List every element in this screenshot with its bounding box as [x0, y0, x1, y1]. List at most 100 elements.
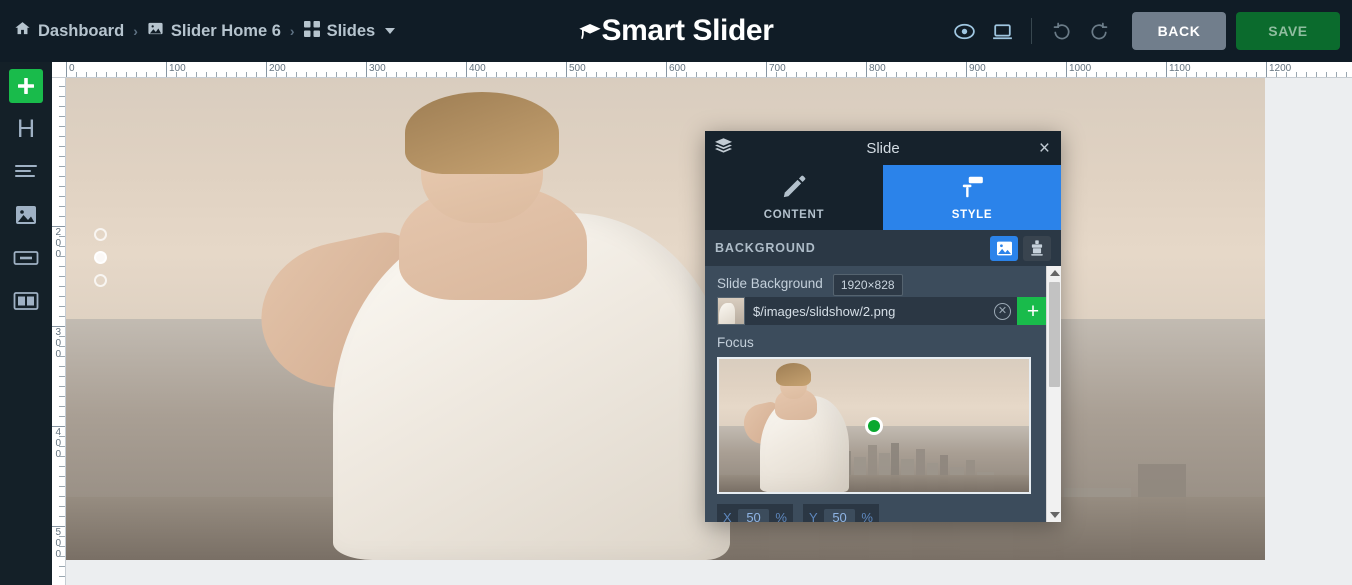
breadcrumb-separator: ›: [289, 23, 295, 39]
focus-y-value[interactable]: 50: [824, 508, 855, 522]
ruler-minor-tick: [59, 346, 65, 347]
text-tool-icon[interactable]: [6, 155, 46, 189]
slide-background-label-row: Slide Background 1920×828: [717, 274, 1049, 297]
undo-icon[interactable]: [1042, 12, 1080, 50]
close-icon[interactable]: ×: [1039, 139, 1050, 158]
ruler-label: 0: [55, 338, 61, 349]
ruler-minor-tick: [59, 106, 65, 107]
panel-tabs: CONTENT STYLE: [705, 165, 1061, 230]
ruler-minor-tick: [59, 536, 65, 537]
ruler-minor-tick: [59, 476, 65, 477]
chevron-down-icon[interactable]: [385, 28, 396, 34]
add-image-button[interactable]: +: [1017, 297, 1049, 325]
image-icon: [147, 20, 164, 42]
slide-canvas[interactable]: [66, 78, 1265, 560]
heading-tool-icon[interactable]: H: [6, 112, 46, 146]
slide-navigation-bullets: [94, 228, 107, 287]
ruler-label: 0: [55, 249, 61, 260]
tab-style[interactable]: STYLE: [883, 165, 1061, 230]
scroll-down-icon[interactable]: [1047, 508, 1061, 522]
focus-x-field[interactable]: X 50 %: [717, 504, 793, 522]
slide-background-field: $/images/slidshow/2.png ✕ +: [717, 297, 1049, 325]
slide-bullet[interactable]: [94, 228, 107, 241]
focus-coordinates: X 50 % Y 50 %: [717, 504, 1049, 522]
focus-y-field[interactable]: Y 50 %: [803, 504, 879, 522]
scroll-up-icon[interactable]: [1047, 266, 1061, 280]
slide-settings-panel: Slide × CONTENT STYLE BACKGROUND Slide B…: [705, 131, 1061, 522]
ruler-minor-tick: [59, 196, 65, 197]
vertical-ruler[interactable]: 200300400500600: [52, 78, 66, 585]
background-path-input[interactable]: $/images/slidshow/2.png ✕: [745, 297, 1017, 325]
slide-background-label: Slide Background: [717, 276, 823, 291]
ruler-minor-tick: [59, 236, 65, 237]
device-laptop-icon[interactable]: [983, 12, 1021, 50]
clear-icon[interactable]: ✕: [994, 302, 1011, 320]
focus-point-handle[interactable]: [865, 416, 883, 435]
preview-eye-icon[interactable]: [945, 12, 983, 50]
tab-content[interactable]: CONTENT: [705, 165, 883, 230]
ruler-minor-tick: [59, 306, 65, 307]
ruler-minor-tick: [1306, 72, 1307, 77]
ruler-minor-tick: [59, 286, 65, 287]
save-button[interactable]: SAVE: [1236, 12, 1340, 50]
redo-icon[interactable]: [1080, 12, 1118, 50]
focus-preview[interactable]: [717, 357, 1031, 494]
ruler-minor-tick: [1336, 72, 1337, 77]
ruler-minor-tick: [59, 466, 65, 467]
ruler-minor-tick: [59, 146, 65, 147]
ruler-minor-tick: [59, 436, 65, 437]
ruler-minor-tick: [59, 86, 65, 87]
focus-x-value[interactable]: 50: [738, 508, 769, 522]
slide-bullet[interactable]: [94, 274, 107, 287]
ruler-label: 0: [55, 238, 61, 249]
ruler-minor-tick: [59, 336, 65, 337]
background-section-header: BACKGROUND: [705, 230, 1061, 266]
paint-roller-icon: [959, 174, 985, 203]
button-tool-icon[interactable]: [6, 241, 46, 275]
ruler-minor-tick: [59, 546, 65, 547]
horizontal-ruler[interactable]: 0 100 200 300 400 500 600 700 800 900 1000 1100 1200: [52, 62, 1352, 78]
panel-header[interactable]: Slide ×: [705, 131, 1061, 165]
ruler-label: 0: [55, 538, 61, 549]
ruler-label: 0: [55, 349, 61, 360]
ruler-minor-tick: [59, 186, 65, 187]
scrollbar-thumb[interactable]: [1049, 282, 1060, 387]
graduation-cap-icon: [578, 14, 601, 48]
ruler-minor-tick: [59, 296, 65, 297]
toolbar-divider: [1031, 18, 1032, 44]
home-icon: [14, 20, 31, 42]
ruler-minor-tick: [59, 216, 65, 217]
tab-label: STYLE: [951, 209, 993, 221]
background-image-toggle[interactable]: [990, 235, 1018, 261]
ruler-minor-tick: [59, 266, 65, 267]
smart-slider-editor: Dashboard › Slider Home 6 › Slides Smart…: [0, 0, 1352, 585]
breadcrumb-item-dashboard[interactable]: Dashboard: [14, 20, 124, 42]
breadcrumb: Dashboard › Slider Home 6 › Slides: [0, 20, 396, 42]
focus-label: Focus: [717, 335, 754, 350]
slide-background-image: [66, 78, 1265, 560]
logo-text: Smart Slider: [601, 14, 774, 47]
panel-body: Slide Background 1920×828 $/images/slids…: [705, 266, 1061, 522]
slide-bullet[interactable]: [94, 251, 107, 264]
ruler-label: 0: [55, 449, 61, 460]
background-color-toggle[interactable]: [1023, 235, 1051, 261]
ruler-minor-tick: [59, 96, 65, 97]
breadcrumb-item-slider[interactable]: Slider Home 6: [147, 20, 281, 42]
grid-icon: [303, 20, 320, 42]
image-tool-icon[interactable]: [6, 198, 46, 232]
ruler-minor-tick: [59, 246, 65, 247]
focus-y-label: Y: [809, 509, 818, 523]
add-layer-button[interactable]: [9, 69, 43, 103]
breadcrumb-label: Slides: [326, 21, 376, 40]
background-thumbnail[interactable]: [717, 297, 745, 325]
top-bar: Dashboard › Slider Home 6 › Slides Smart…: [0, 0, 1352, 62]
back-button[interactable]: BACK: [1132, 12, 1226, 50]
row-tool-icon[interactable]: [6, 284, 46, 318]
panel-scrollbar[interactable]: [1046, 266, 1061, 522]
ruler-label: 0: [55, 438, 61, 449]
breadcrumb-item-slides[interactable]: Slides: [303, 20, 396, 42]
ruler-minor-tick: [59, 156, 65, 157]
background-type-toggles: [990, 235, 1051, 261]
ruler-minor-tick: [59, 516, 65, 517]
tab-label: CONTENT: [763, 209, 825, 221]
